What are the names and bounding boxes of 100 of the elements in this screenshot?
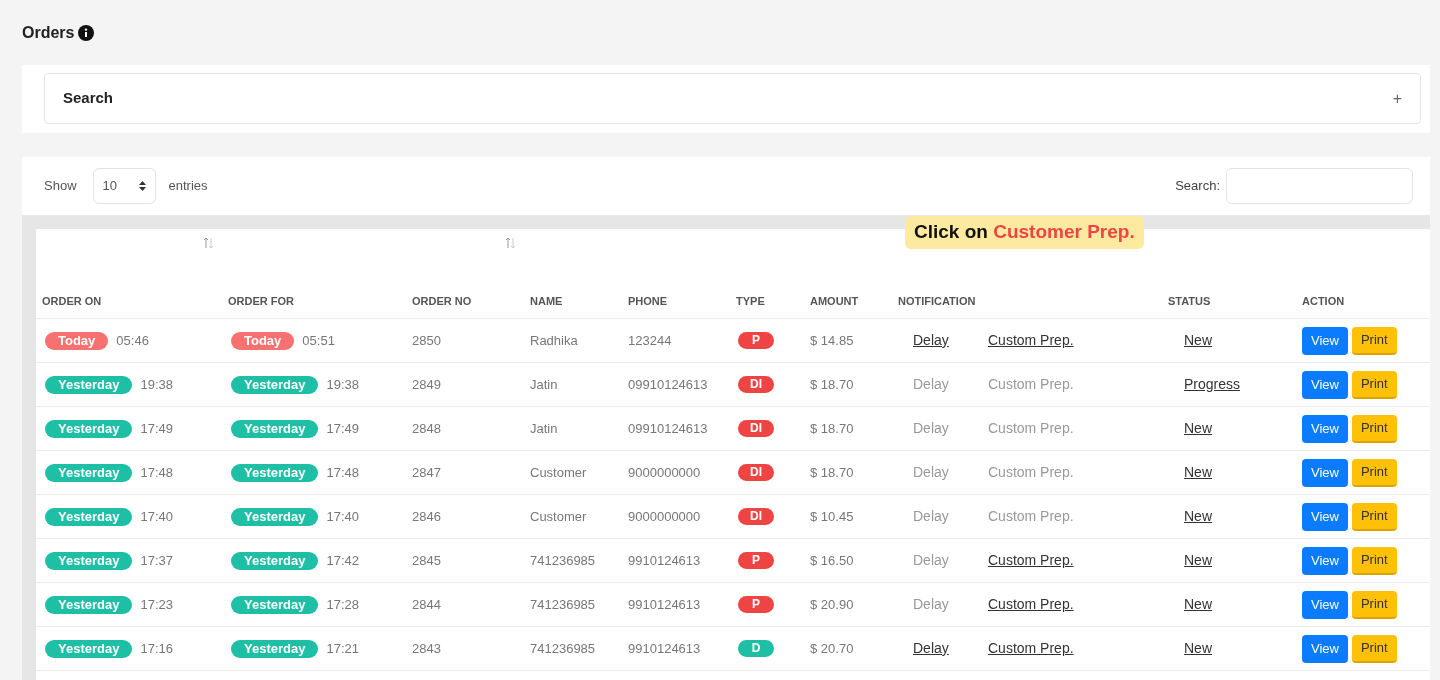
notification-text: Delay — [913, 551, 950, 570]
type-badge: P — [738, 596, 774, 613]
phone-number: 9910124613 — [628, 595, 701, 614]
status-link[interactable]: Progress — [1184, 374, 1241, 395]
day-badge: Yesterday — [45, 419, 133, 438]
column-header[interactable]: ORDER FOR — [228, 294, 294, 307]
time-text: 17:40 — [326, 507, 359, 526]
customer-name: 741236985 — [530, 639, 596, 658]
time-text: 17:40 — [140, 507, 173, 526]
amount-text: $ 20.90 — [810, 595, 854, 614]
search-field[interactable] — [1226, 168, 1413, 204]
status-link[interactable]: New — [1184, 506, 1212, 527]
day-badge: Yesterday — [45, 551, 133, 570]
time-text: 17:16 — [140, 639, 173, 658]
amount-text: $ 16.50 — [810, 551, 854, 570]
day-badge: Today — [231, 331, 295, 350]
notification-text: Delay — [913, 419, 950, 438]
status-link[interactable]: New — [1184, 462, 1212, 483]
notification-link[interactable]: Delay — [913, 638, 988, 659]
customer-name: Customer — [530, 507, 587, 526]
time-text: 19:38 — [326, 375, 359, 394]
amount-text: $ 20.70 — [810, 639, 854, 658]
column-header[interactable]: ACTION — [1302, 294, 1345, 307]
tutorial-callout: Click on Customer Prep. — [905, 216, 1144, 249]
phone-number: 9910124613 — [628, 639, 701, 658]
view-button[interactable]: View — [1302, 634, 1348, 663]
info-icon[interactable] — [78, 24, 95, 41]
customer-name: Radhika — [530, 331, 578, 350]
status-link[interactable]: New — [1184, 638, 1212, 659]
amount-text: $ 18.70 — [810, 375, 854, 394]
print-button[interactable]: Print — [1351, 458, 1397, 487]
column-header[interactable]: AMOUNT — [810, 294, 859, 307]
day-badge: Yesterday — [45, 639, 133, 658]
time-text: 17:48 — [140, 463, 173, 482]
print-button[interactable]: Print — [1351, 326, 1397, 355]
column-header[interactable]: ORDER NO — [412, 294, 472, 307]
day-badge: Yesterday — [231, 375, 319, 394]
phone-number: 09910124613 — [628, 375, 708, 394]
day-badge: Today — [45, 331, 109, 350]
order-number: 2850 — [412, 331, 441, 350]
type-badge: P — [738, 332, 774, 349]
column-header[interactable]: ORDER ON — [42, 294, 102, 307]
column-header[interactable]: STATUS — [1168, 294, 1211, 307]
order-number: 2847 — [412, 463, 441, 482]
print-button[interactable]: Print — [1351, 634, 1397, 663]
view-button[interactable]: View — [1302, 502, 1348, 531]
time-text: 17:23 — [140, 595, 173, 614]
entries-label: entries — [168, 177, 208, 196]
day-badge: Yesterday — [231, 507, 319, 526]
day-badge: Yesterday — [231, 463, 319, 482]
amount-text: $ 14.85 — [810, 331, 854, 350]
notification-link[interactable]: Custom Prep. — [988, 550, 1074, 571]
amount-text: $ 18.70 — [810, 419, 854, 438]
time-text: 17:49 — [326, 419, 359, 438]
notification-link[interactable]: Custom Prep. — [988, 594, 1074, 615]
page-size-select[interactable]: 10 — [92, 168, 156, 204]
day-badge: Yesterday — [231, 595, 319, 614]
print-button[interactable]: Print — [1351, 502, 1397, 531]
view-button[interactable]: View — [1302, 414, 1348, 443]
type-badge: P — [738, 552, 774, 569]
notification-text: Custom Prep. — [988, 419, 1074, 438]
time-text: 19:38 — [140, 375, 173, 394]
expand-toggle[interactable]: + — [1392, 86, 1402, 111]
phone-number: 9910124613 — [628, 551, 701, 570]
print-button[interactable]: Print — [1351, 370, 1397, 399]
notification-link[interactable]: Custom Prep. — [988, 638, 1074, 659]
column-header[interactable]: PHONE — [628, 294, 668, 307]
notification-text: Custom Prep. — [988, 463, 1074, 482]
customer-name: 741236985 — [530, 551, 596, 570]
phone-number: 09910124613 — [628, 419, 708, 438]
page-title: Orders — [22, 22, 75, 43]
column-header[interactable]: NOTIFICATION — [898, 294, 976, 307]
search-panel-header[interactable]: Search + — [44, 73, 1421, 124]
customer-name: Jatin — [530, 419, 558, 438]
order-number: 2843 — [412, 639, 441, 658]
view-button[interactable]: View — [1302, 546, 1348, 575]
print-button[interactable]: Print — [1351, 590, 1397, 619]
view-button[interactable]: View — [1302, 326, 1348, 355]
column-header[interactable]: TYPE — [736, 294, 765, 307]
view-button[interactable]: View — [1302, 458, 1348, 487]
type-badge: DI — [738, 464, 774, 481]
order-number: 2846 — [412, 507, 441, 526]
print-button[interactable]: Print — [1351, 546, 1397, 575]
customer-name: 741236985 — [530, 595, 596, 614]
print-button[interactable]: Print — [1351, 414, 1397, 443]
panel-title: Search — [63, 88, 114, 109]
status-link[interactable]: New — [1184, 418, 1212, 439]
view-button[interactable]: View — [1302, 370, 1348, 399]
sort-arrows-icon[interactable] — [203, 237, 214, 249]
status-link[interactable]: New — [1184, 330, 1212, 351]
view-button[interactable]: View — [1302, 590, 1348, 619]
sort-arrows-icon[interactable] — [505, 237, 516, 249]
column-header[interactable]: NAME — [530, 294, 563, 307]
notification-link[interactable]: Custom Prep. — [988, 330, 1074, 351]
phone-number: 9000000000 — [628, 463, 701, 482]
notification-link[interactable]: Delay — [913, 330, 988, 351]
type-badge: D — [738, 640, 774, 657]
status-link[interactable]: New — [1184, 594, 1212, 615]
status-link[interactable]: New — [1184, 550, 1212, 571]
customer-name: Jatin — [530, 375, 558, 394]
